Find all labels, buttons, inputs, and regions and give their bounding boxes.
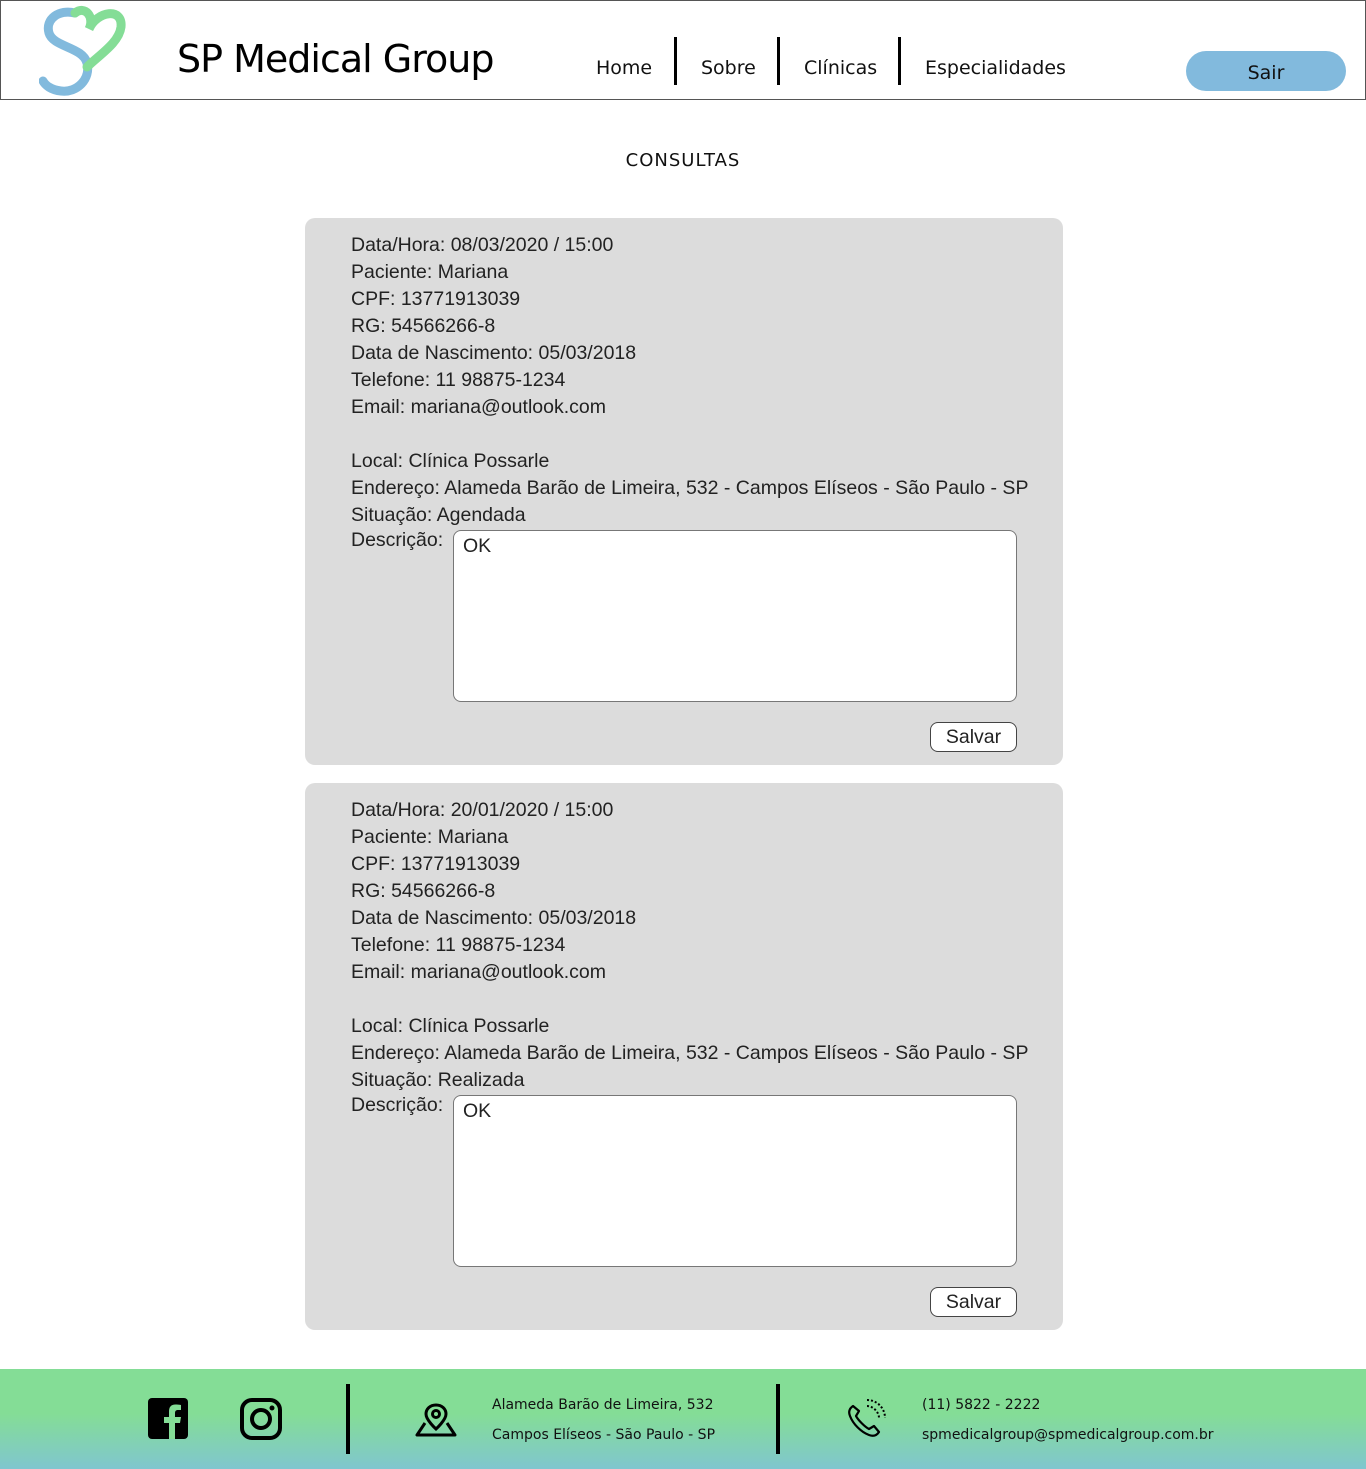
nav-sobre[interactable]: Sobre: [701, 57, 756, 79]
consulta-situacao: Situação: Agendada: [351, 504, 526, 526]
nav-divider: [777, 37, 780, 85]
consulta-telefone: Telefone: 11 98875-1234: [351, 934, 566, 956]
consulta-cpf: CPF: 13771913039: [351, 853, 521, 875]
facebook-icon[interactable]: [148, 1398, 188, 1439]
page-title: CONSULTAS: [625, 150, 741, 171]
consulta-local: Local: Clínica Possarle: [351, 450, 550, 472]
consulta-rg: RG: 54566266-8: [351, 315, 496, 337]
logo: [39, 5, 126, 96]
consulta-card: Data/Hora: 08/03/2020 / 15:00 Paciente: …: [305, 218, 1063, 765]
logout-button[interactable]: Sair: [1186, 51, 1346, 91]
map-pin-icon: [415, 1403, 457, 1437]
consulta-paciente: Paciente: Mariana: [351, 826, 509, 848]
nav-clinicas[interactable]: Clínicas: [804, 57, 877, 79]
consulta-card: Data/Hora: 20/01/2020 / 15:00 Paciente: …: [305, 783, 1063, 1330]
instagram-icon[interactable]: [240, 1398, 282, 1440]
descricao-input[interactable]: OK: [453, 530, 1017, 702]
header: SP Medical Group Home Sobre Clínicas Esp…: [0, 0, 1366, 100]
phone-icon: [848, 1399, 886, 1437]
consulta-email: Email: mariana@outlook.com: [351, 961, 606, 983]
consulta-endereco: Endereço: Alameda Barão de Limeira, 532 …: [351, 477, 1029, 499]
save-button[interactable]: Salvar: [930, 1287, 1017, 1317]
footer-divider: [776, 1384, 780, 1454]
consulta-cpf: CPF: 13771913039: [351, 288, 521, 310]
footer-divider: [346, 1384, 350, 1454]
consulta-rg: RG: 54566266-8: [351, 880, 496, 902]
consulta-endereco: Endereço: Alameda Barão de Limeira, 532 …: [351, 1042, 1029, 1064]
consulta-email: Email: mariana@outlook.com: [351, 396, 606, 418]
consulta-telefone: Telefone: 11 98875-1234: [351, 369, 566, 391]
consulta-situacao: Situação: Realizada: [351, 1069, 525, 1091]
consulta-nascimento: Data de Nascimento: 05/03/2018: [351, 342, 637, 364]
descricao-input[interactable]: OK: [453, 1095, 1017, 1267]
descricao-label: Descrição:: [351, 529, 444, 551]
footer: Alameda Barão de Limeira, 532 Campos Elí…: [0, 1369, 1366, 1469]
footer-address-line1: Alameda Barão de Limeira, 532: [492, 1397, 714, 1413]
descricao-label: Descrição:: [351, 1094, 444, 1116]
consulta-datahora: Data/Hora: 20/01/2020 / 15:00: [351, 799, 614, 821]
nav-home[interactable]: Home: [596, 57, 652, 79]
brand-title: SP Medical Group: [177, 37, 494, 81]
consulta-nascimento: Data de Nascimento: 05/03/2018: [351, 907, 637, 929]
nav-especialidades[interactable]: Especialidades: [925, 57, 1066, 79]
consulta-local: Local: Clínica Possarle: [351, 1015, 550, 1037]
nav-divider: [898, 37, 901, 85]
footer-email[interactable]: spmedicalgroup@spmedicalgroup.com.br: [922, 1427, 1214, 1443]
nav-divider: [674, 37, 677, 85]
save-button[interactable]: Salvar: [930, 722, 1017, 752]
consulta-datahora: Data/Hora: 08/03/2020 / 15:00: [351, 234, 614, 256]
consulta-paciente: Paciente: Mariana: [351, 261, 509, 283]
footer-address-line2: Campos Elíseos - São Paulo - SP: [492, 1427, 716, 1443]
footer-phone: (11) 5822 - 2222: [922, 1397, 1041, 1413]
